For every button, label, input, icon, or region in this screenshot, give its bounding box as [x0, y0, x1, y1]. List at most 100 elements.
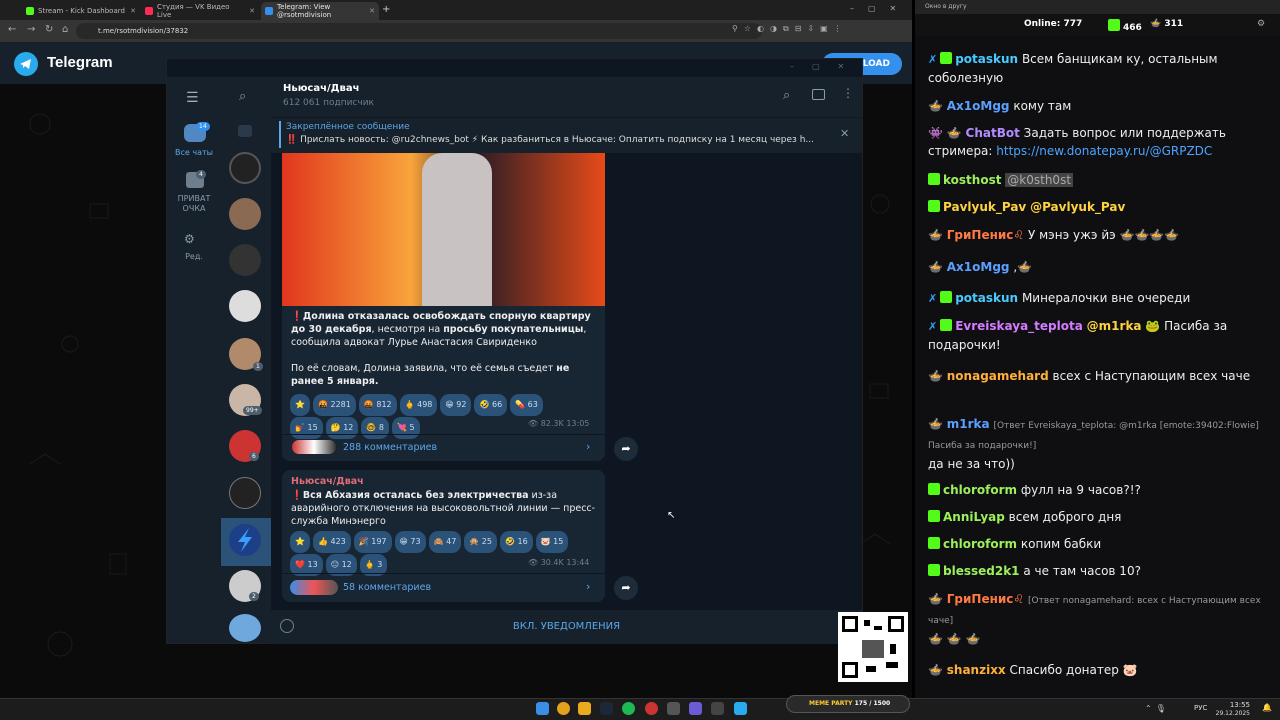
- channel-title[interactable]: Ньюсач/Двач: [283, 83, 359, 94]
- reaction[interactable]: 😁 92: [440, 394, 472, 416]
- back-icon[interactable]: ←: [8, 24, 16, 35]
- app-icon[interactable]: [711, 702, 724, 715]
- tab-kick[interactable]: Stream - Kick Dashboard ✕: [22, 2, 140, 20]
- windows-start-icon[interactable]: [536, 702, 549, 715]
- reaction[interactable]: 🙈 47: [428, 531, 462, 553]
- chat-message: 🍲 nonagamehard всех с Наступающим всех ч…: [928, 369, 1251, 383]
- home-icon[interactable]: ⌂: [62, 24, 68, 35]
- chat-message: 🍲 shanzixx Спасибо донатер 🐷: [928, 663, 1138, 677]
- tab-vk[interactable]: Студия — VK Видео Live ✕: [141, 2, 259, 20]
- moderator-icon: ✗: [928, 53, 938, 66]
- kick-icon: [928, 564, 940, 576]
- avatar[interactable]: [229, 244, 261, 276]
- folder-edit[interactable]: Ред.: [172, 252, 216, 261]
- chat-message: ✗ Evreiskaya_teplota @m1rka 🐸 Пасиба за п…: [928, 319, 1228, 352]
- reaction[interactable]: 🤓 8: [361, 417, 389, 439]
- kick-icon: [1108, 19, 1120, 31]
- post-image[interactable]: [282, 153, 605, 306]
- search-icon[interactable]: ⌕: [239, 89, 246, 104]
- close-icon[interactable]: ✕: [130, 7, 136, 15]
- close-icon[interactable]: ✕: [249, 7, 255, 15]
- pinned-text: ‼️ Прислать новость: @ru2chnews_bot ⚡ Ка…: [286, 135, 814, 145]
- avatar[interactable]: [229, 198, 261, 230]
- app-window-controls[interactable]: –▢✕: [790, 62, 862, 71]
- commenter-avatars: [292, 440, 336, 454]
- reaction[interactable]: 💊 63: [510, 394, 543, 416]
- avatar[interactable]: [229, 290, 261, 322]
- reaction[interactable]: ⭐: [290, 394, 310, 416]
- kick-viewers: 466: [1108, 19, 1142, 33]
- notification-icon[interactable]: 🔔: [1262, 703, 1272, 712]
- emote-icon: 🍲🍲🍲🍲: [1119, 228, 1180, 242]
- tab-telegram[interactable]: Telegram: View @rsotmdivision ✕: [261, 2, 379, 20]
- sliders-icon: ⚙: [184, 232, 195, 246]
- telegram-icon[interactable]: [734, 702, 747, 715]
- spotify-icon[interactable]: [622, 702, 635, 715]
- mouse-cursor-icon: ↖: [667, 510, 676, 521]
- forward-icon[interactable]: →: [27, 24, 35, 35]
- reload-icon[interactable]: ↻: [45, 24, 53, 35]
- reaction[interactable]: 🤣 16: [499, 531, 533, 553]
- close-icon[interactable]: ✕: [369, 7, 375, 15]
- steam-icon[interactable]: [600, 702, 613, 715]
- reaction[interactable]: ⭐: [290, 531, 310, 553]
- reaction[interactable]: 🤔 12: [325, 417, 359, 439]
- chrome-icon[interactable]: [557, 702, 570, 715]
- close-icon[interactable]: ✕: [840, 127, 849, 140]
- reaction[interactable]: 🤬 2281: [312, 394, 356, 416]
- reaction[interactable]: 🖕 498: [399, 394, 438, 416]
- clock-date[interactable]: 29.12.2025: [1212, 710, 1250, 717]
- reaction[interactable]: 🙊 25: [464, 531, 497, 553]
- reaction[interactable]: 🤬 812: [358, 394, 397, 416]
- app-icon[interactable]: [689, 702, 702, 715]
- archive-icon[interactable]: [238, 125, 252, 137]
- reaction[interactable]: 🐷 15: [535, 531, 569, 553]
- avatar[interactable]: [229, 477, 261, 509]
- moderator-icon: ✗: [928, 292, 938, 305]
- folder-icon[interactable]: [578, 702, 591, 715]
- app-icon[interactable]: [667, 702, 680, 715]
- avatar[interactable]: [229, 524, 261, 556]
- reaction[interactable]: 😁 73: [394, 531, 426, 553]
- reaction[interactable]: 💘 5: [391, 417, 420, 439]
- emote-icon: 🐷: [1122, 663, 1138, 677]
- meme-party-widget[interactable]: MEME PARTY 175 / 1500: [786, 695, 910, 713]
- reaction[interactable]: 🤣 66: [474, 394, 508, 416]
- chevron-right-icon[interactable]: ›: [586, 580, 590, 593]
- kick-icon: [928, 537, 940, 549]
- new-tab-button[interactable]: +: [382, 4, 390, 15]
- clock-time[interactable]: 13:55: [1226, 701, 1250, 709]
- app-icon[interactable]: [645, 702, 658, 715]
- more-icon[interactable]: ⋮: [842, 86, 854, 100]
- taskbar: [0, 698, 1280, 720]
- url-field[interactable]: t.me/rsotmdivision/37832: [76, 23, 762, 39]
- comments-link[interactable]: 288 комментариев: [343, 442, 437, 453]
- unmute-button[interactable]: ВКЛ. УВЕДОМЛЕНИЯ: [271, 621, 862, 632]
- avatar[interactable]: [229, 152, 261, 184]
- other-viewers: 🍲 311: [1150, 19, 1184, 29]
- sidebar-toggle-icon[interactable]: [812, 89, 825, 100]
- share-icon[interactable]: ➦: [614, 576, 638, 600]
- post-author[interactable]: Ньюсач/Двач: [291, 476, 364, 487]
- comments-link[interactable]: 58 комментариев: [343, 582, 431, 593]
- reaction[interactable]: 🎉 197: [353, 531, 392, 553]
- chevron-right-icon[interactable]: ›: [586, 440, 590, 453]
- kick-icon: [928, 200, 940, 212]
- avatar[interactable]: [229, 614, 261, 642]
- tray-icons[interactable]: ⌃🎙: [1145, 704, 1170, 713]
- reaction[interactable]: 👍 423: [312, 531, 351, 553]
- language-indicator[interactable]: РУС: [1194, 704, 1207, 712]
- window-controls[interactable]: –▢✕: [850, 4, 910, 13]
- folder-private[interactable]: ПРИВАТ ОЧКА: [170, 194, 218, 214]
- pinned-heading: Закреплённое сообщение: [286, 122, 410, 132]
- menu-icon[interactable]: ☰: [186, 90, 199, 106]
- view-count: 👁 30.4K 13:44: [528, 558, 590, 567]
- reaction[interactable]: 💅 15: [290, 417, 323, 439]
- search-icon[interactable]: ⌕: [783, 88, 790, 103]
- settings-icon[interactable]: ⚙: [1257, 19, 1265, 29]
- emote-icon: 🍲: [1017, 260, 1033, 274]
- share-icon[interactable]: ➦: [614, 437, 638, 461]
- chat-message: 🍲 ГриПенис♌ У мэнэ ужэ йэ 🍲🍲🍲🍲: [928, 228, 1180, 242]
- extension-icons[interactable]: ⚲☆◐◑⧉⊟⇩▣⋮: [732, 24, 848, 34]
- folder-all-chats[interactable]: Все чаты: [172, 148, 216, 157]
